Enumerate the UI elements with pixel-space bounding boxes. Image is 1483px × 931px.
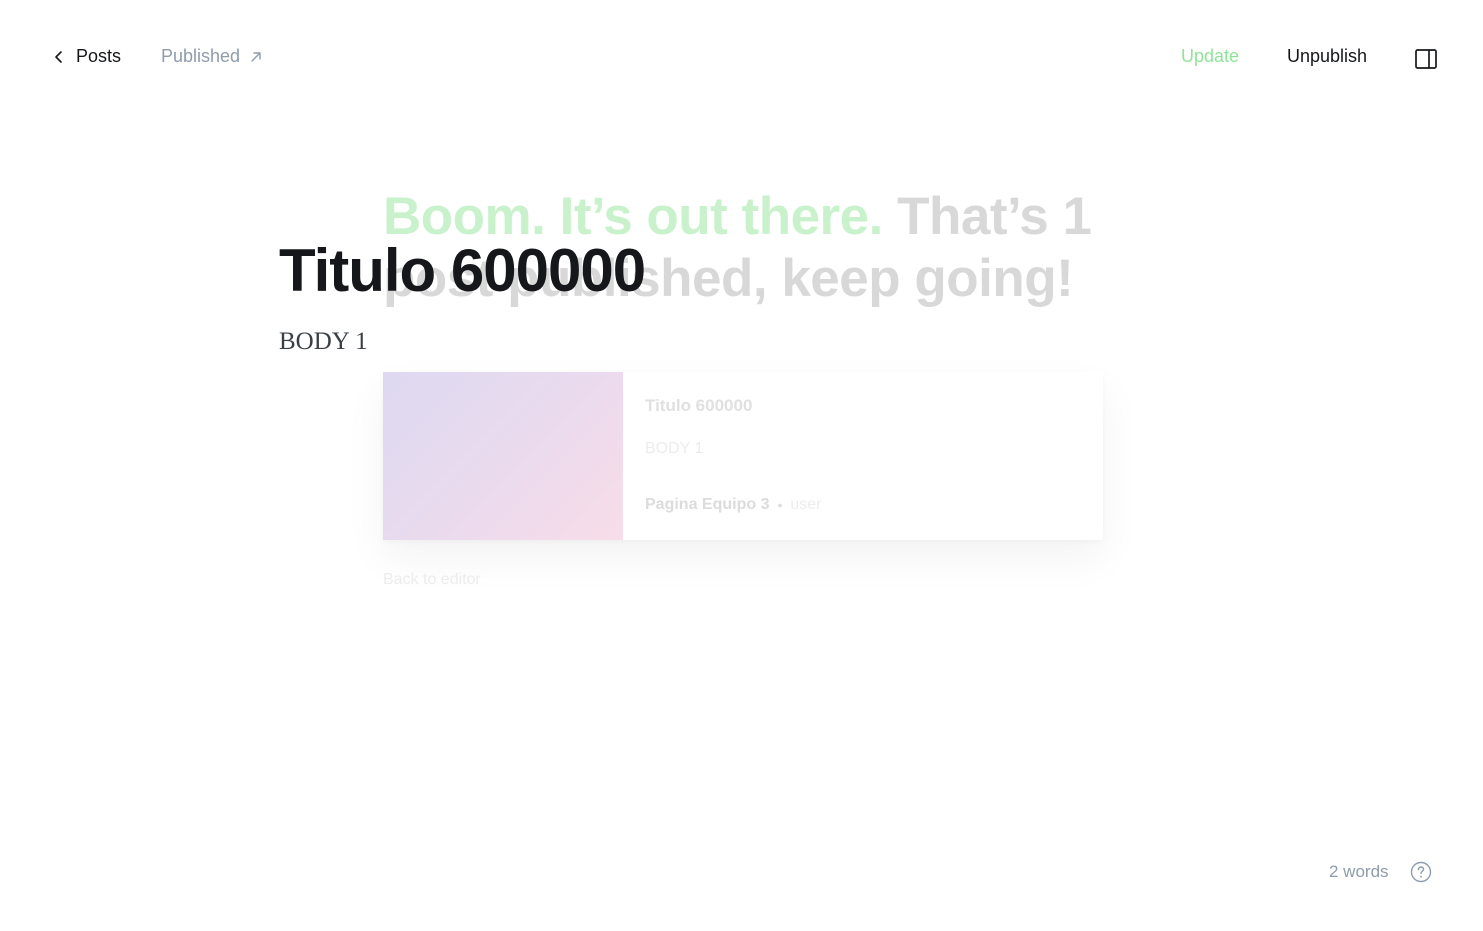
post-editor-page: Posts Published Update Unpublish Boom. I… [0,0,1483,931]
preview-meta-separator: • [777,497,783,513]
status-label: Published [161,46,241,66]
back-link-label: Posts [76,46,122,66]
editor-header: Posts Published Update Unpublish [0,0,1483,118]
back-to-editor-link[interactable]: Back to editor [383,571,481,589]
post-preview-image [383,372,623,540]
chevron-left-icon [55,50,62,63]
unpublish-button[interactable]: Unpublish [1287,46,1367,67]
preview-site-name: Pagina Equipo 3 [645,496,770,513]
published-status-link[interactable]: Published [161,46,263,67]
question-circle-icon[interactable] [1410,861,1432,883]
preview-excerpt: BODY 1 [645,440,704,457]
update-button[interactable]: Update [1181,46,1239,67]
word-count: 2 words [1329,862,1389,881]
arrow-up-right-icon [251,51,261,62]
preview-meta: Pagina Equipo 3 • user [645,496,822,514]
post-title[interactable]: Titulo 600000 [279,236,646,305]
back-to-posts-link[interactable]: Posts [52,46,121,67]
post-body[interactable]: BODY 1 [279,328,368,356]
post-preview-card[interactable]: Titulo 600000 BODY 1 Pagina Equipo 3 • u… [383,372,1103,540]
post-preview-info: Titulo 600000 BODY 1 Pagina Equipo 3 • u… [623,372,1103,540]
preview-title: Titulo 600000 [645,396,753,415]
preview-author: user [790,496,822,513]
sidebar-panel-icon[interactable] [1414,48,1438,70]
